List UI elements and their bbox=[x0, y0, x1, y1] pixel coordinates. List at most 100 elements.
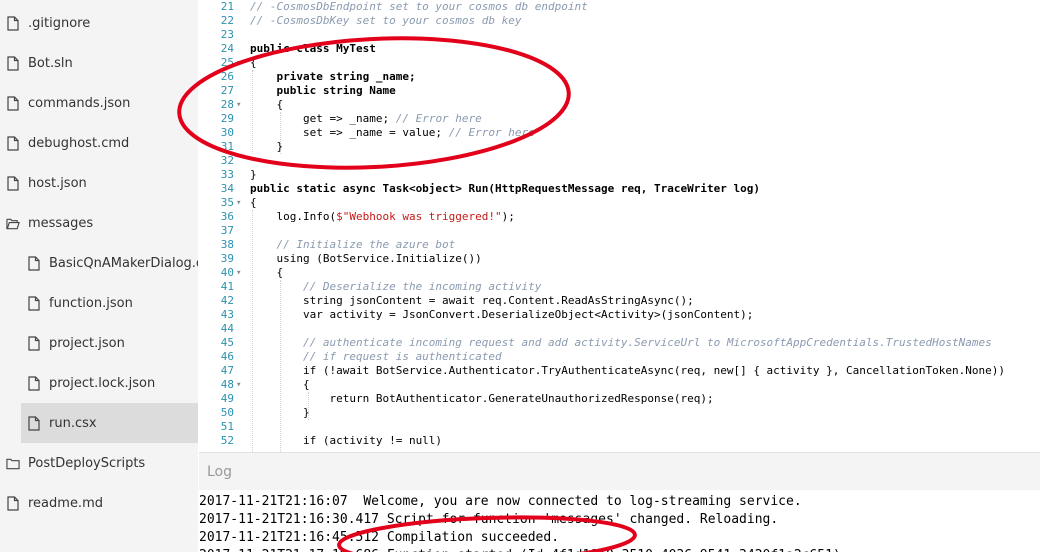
tree-item-project-lock-json[interactable]: project.lock.json bbox=[0, 363, 198, 403]
line-number: 25 bbox=[220, 56, 234, 69]
fold-toggle-icon[interactable]: ▾ bbox=[236, 56, 246, 70]
line-number: 31 bbox=[220, 140, 234, 153]
code-text: } bbox=[250, 406, 310, 420]
code-text: using (BotService.Initialize()) bbox=[250, 252, 481, 266]
tree-item-bot-sln[interactable]: Bot.sln bbox=[0, 43, 198, 83]
code-text: public string Name bbox=[250, 84, 395, 98]
code-token: private string _name; bbox=[250, 70, 416, 83]
code-token: { bbox=[250, 56, 257, 69]
file-icon bbox=[27, 374, 41, 392]
code-text: { bbox=[250, 196, 257, 210]
line-number: 45 bbox=[220, 336, 234, 349]
code-token: { bbox=[250, 266, 284, 279]
line-number: 38 bbox=[220, 238, 234, 251]
tree-item-label: readme.md bbox=[28, 495, 103, 511]
code-text: // -CosmosDbEndpoint set to your cosmos … bbox=[250, 0, 588, 14]
line-number: 26 bbox=[220, 70, 234, 83]
code-token: if (!await BotService.Authenticator.TryA… bbox=[250, 364, 1005, 377]
log-title: Log bbox=[207, 464, 233, 480]
file-icon bbox=[27, 254, 41, 272]
code-line: 36 log.Info($"Webhook was triggered!"); bbox=[199, 210, 1040, 224]
code-text: public class MyTest bbox=[250, 42, 376, 56]
code-line: 30 set => _name = value; // Error here bbox=[199, 126, 1040, 140]
line-number: 50 bbox=[220, 406, 234, 419]
fold-toggle-icon[interactable]: ▾ bbox=[236, 378, 246, 392]
code-text: { bbox=[250, 98, 283, 112]
code-line: 38 // Initialize the azure bot bbox=[199, 238, 1040, 252]
tree-item-basicqnamakerdialog-csx[interactable]: BasicQnAMakerDialog.csx bbox=[0, 243, 198, 283]
file-icon bbox=[6, 174, 20, 192]
code-line: 29 get => _name; // Error here bbox=[199, 112, 1040, 126]
code-text: // Deserialize the incoming activity bbox=[250, 280, 541, 294]
tree-item-label: commands.json bbox=[28, 95, 131, 111]
code-text: { bbox=[250, 266, 283, 280]
tree-item-debughost-cmd[interactable]: debughost.cmd bbox=[0, 123, 198, 163]
code-line: 52 if (activity != null) bbox=[199, 434, 1040, 448]
line-number: 23 bbox=[220, 28, 234, 41]
line-number: 27 bbox=[220, 84, 234, 97]
tree-item-messages[interactable]: messages bbox=[0, 203, 198, 243]
code-text: public static async Task<object> Run(Htt… bbox=[250, 182, 760, 196]
code-token: var activity = JsonConvert.DeserializeOb… bbox=[250, 308, 754, 321]
code-text: } bbox=[250, 140, 283, 154]
file-icon bbox=[27, 414, 41, 432]
code-text: // -CosmosDbKey set to your cosmos db ke… bbox=[250, 14, 522, 28]
tree-item-postdeployscripts[interactable]: PostDeployScripts bbox=[0, 443, 198, 483]
code-line: 24 public class MyTest bbox=[199, 42, 1040, 56]
tree-item-label: BasicQnAMakerDialog.csx bbox=[49, 255, 198, 271]
code-line: 42 string jsonContent = await req.Conten… bbox=[199, 294, 1040, 308]
tree-item-function-json[interactable]: function.json bbox=[0, 283, 198, 323]
file-icon bbox=[6, 14, 20, 32]
code-string: $"Webhook was triggered!" bbox=[336, 210, 502, 223]
code-token: // Initialize the azure bot bbox=[250, 238, 456, 251]
code-line: 47 if (!await BotService.Authenticator.T… bbox=[199, 364, 1040, 378]
line-number: 21 bbox=[220, 0, 234, 13]
code-token: // -CosmosDbEndpoint set to your cosmos … bbox=[250, 0, 588, 13]
code-line: 32 bbox=[199, 154, 1040, 168]
tree-item-label: host.json bbox=[28, 175, 87, 191]
code-token: ); bbox=[501, 210, 515, 223]
tree-item-gitignore[interactable]: .gitignore bbox=[0, 3, 198, 43]
code-token: if (activity != null) bbox=[250, 434, 443, 447]
file-explorer: .gitignore Bot.sln commands.json debughost.… bbox=[0, 0, 198, 552]
code-token: string jsonContent = await req.Content.R… bbox=[250, 294, 694, 307]
log-panel-header[interactable]: Log bbox=[199, 452, 1040, 490]
fold-toggle-icon[interactable]: ▾ bbox=[236, 196, 246, 210]
code-text: log.Info($"Webhook was triggered!"); bbox=[250, 210, 515, 224]
code-token: return BotAuthenticator.GenerateUnauthor… bbox=[250, 392, 714, 405]
tree-item-project-json[interactable]: project.json bbox=[0, 323, 198, 363]
line-number: 29 bbox=[220, 112, 234, 125]
line-number: 35 bbox=[220, 196, 234, 209]
code-token: set => _name = value; bbox=[250, 126, 449, 139]
code-comment: // Error here bbox=[448, 126, 535, 139]
log-output[interactable]: 2017-11-21T21:16:07 Welcome, you are now… bbox=[199, 490, 1040, 552]
code-text: if (!await BotService.Authenticator.TryA… bbox=[250, 364, 1005, 378]
tree-item-label: messages bbox=[28, 215, 94, 231]
fold-toggle-icon[interactable]: ▾ bbox=[236, 266, 246, 280]
code-line: 40 ▾ { bbox=[199, 266, 1040, 280]
tree-item-run-csx[interactable]: run.csx bbox=[21, 403, 198, 443]
code-line: 37 bbox=[199, 224, 1040, 238]
line-number: 30 bbox=[220, 126, 234, 139]
code-token: // -CosmosDbKey set to your cosmos db ke… bbox=[250, 14, 522, 27]
code-text: // authenticate incoming request and add… bbox=[250, 336, 992, 350]
tree-item-commands-json[interactable]: commands.json bbox=[0, 83, 198, 123]
tree-item-host-json[interactable]: host.json bbox=[0, 163, 198, 203]
code-token: } bbox=[250, 406, 310, 419]
line-number: 24 bbox=[220, 42, 234, 55]
code-token: } bbox=[250, 168, 257, 181]
code-line: 51 bbox=[199, 420, 1040, 434]
file-icon bbox=[6, 134, 20, 152]
code-editor[interactable]: 21 // -CosmosDbEndpoint set to your cosmo… bbox=[199, 0, 1040, 452]
code-token: public class MyTest bbox=[250, 42, 376, 55]
code-token: // Deserialize the incoming activity bbox=[250, 280, 542, 293]
code-token: // if request is authenticated bbox=[250, 350, 502, 363]
code-line: 43 var activity = JsonConvert.Deserializ… bbox=[199, 308, 1040, 322]
folder-open-icon bbox=[6, 214, 20, 232]
tree-item-readme-md[interactable]: readme.md bbox=[0, 483, 198, 523]
line-number: 49 bbox=[220, 392, 234, 405]
code-text: private string _name; bbox=[250, 70, 416, 84]
fold-toggle-icon[interactable]: ▾ bbox=[236, 98, 246, 112]
file-icon bbox=[27, 294, 41, 312]
code-text: string jsonContent = await req.Content.R… bbox=[250, 294, 694, 308]
